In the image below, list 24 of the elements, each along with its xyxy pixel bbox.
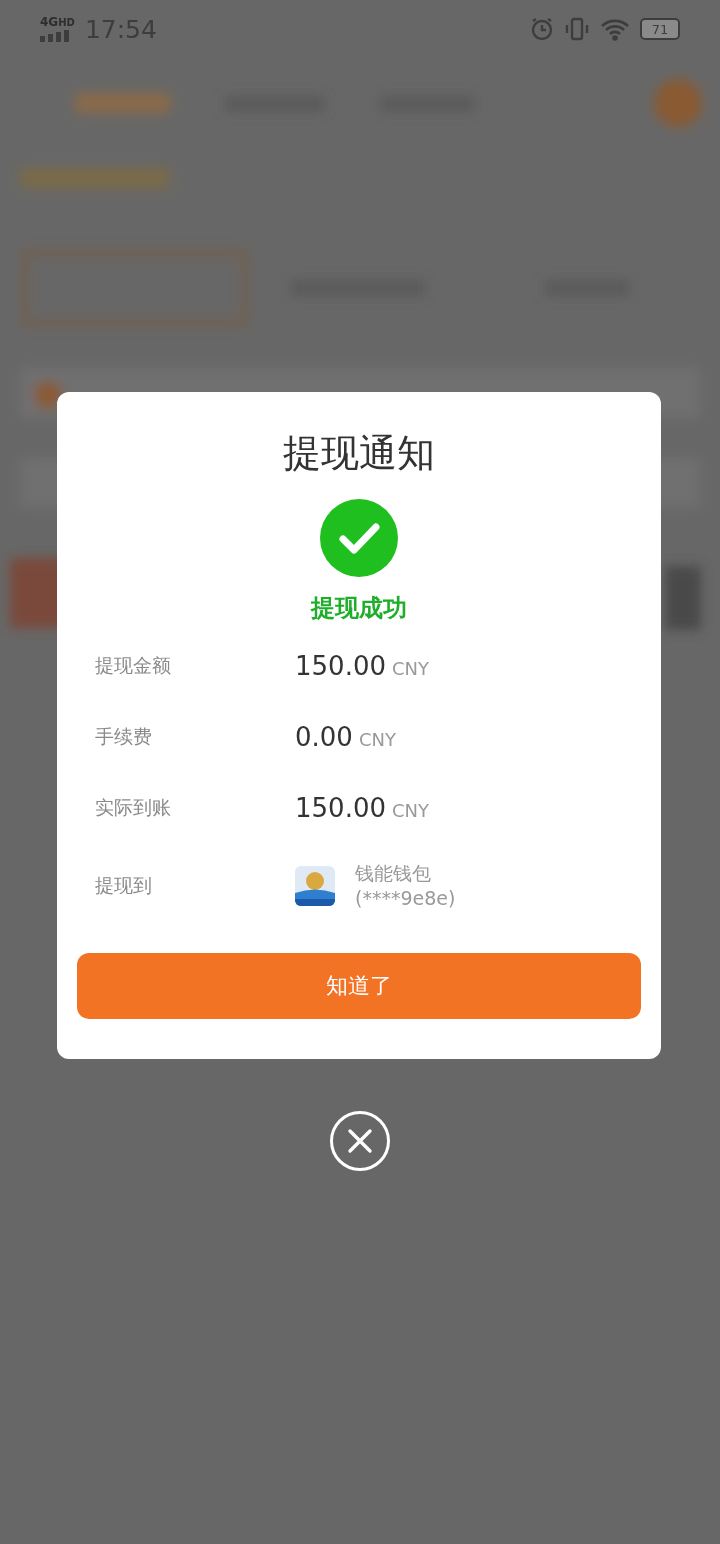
currency-unit: CNY <box>392 799 429 821</box>
success-text: 提现成功 <box>311 593 407 624</box>
row-label: 提现金额 <box>95 652 172 678</box>
amount-value: 150.00 <box>295 650 386 681</box>
row-label: 提现到 <box>95 873 153 898</box>
wifi-icon <box>600 17 630 41</box>
wallet-name: 钱能钱包 <box>355 861 432 886</box>
close-icon <box>347 1128 373 1154</box>
dialog-title: 提现通知 <box>283 430 435 476</box>
close-button[interactable] <box>330 1111 390 1171</box>
confirm-button[interactable]: 知道了 <box>77 953 641 1019</box>
amount-value: 0.00 <box>295 721 353 752</box>
currency-unit: CNY <box>392 657 429 679</box>
battery-level: 71 <box>640 18 680 40</box>
signal-icon <box>40 30 70 42</box>
row-label: 实际到账 <box>95 794 172 820</box>
currency-unit: CNY <box>358 728 396 750</box>
row-label: 手续费 <box>95 723 153 749</box>
network-label: 4GHD <box>40 16 75 29</box>
amount-value: 150.00 <box>295 792 386 823</box>
vibrate-icon <box>564 17 590 41</box>
account-number: (****9e8e) <box>355 886 456 911</box>
wallet-logo-icon <box>295 866 335 906</box>
alarm-icon <box>530 17 554 41</box>
